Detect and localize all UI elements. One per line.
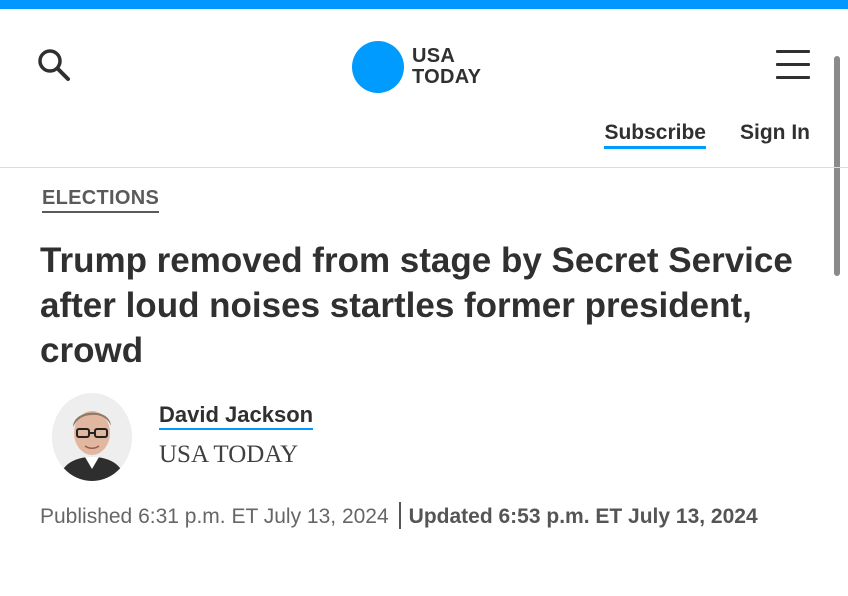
updated-date: Updated 6:53 p.m. ET July 13, 2024 (408, 505, 758, 528)
menu-bar-bottom (776, 76, 810, 79)
search-button[interactable] (34, 45, 74, 85)
sign-in-link[interactable]: Sign In (740, 121, 810, 149)
author-organization: USA TODAY (159, 441, 299, 468)
search-icon (38, 49, 70, 81)
author-avatar[interactable] (52, 393, 132, 481)
site-header: USA TODAY Subscribe Sign In (0, 9, 848, 167)
published-date: Published 6:31 p.m. ET July 13, 2024 (40, 505, 389, 528)
usa-today-logo[interactable]: USA TODAY (352, 37, 481, 97)
logo-line-2: TODAY (412, 66, 482, 88)
author-name-link[interactable]: David Jackson (159, 402, 314, 430)
logo-wordmark: USA TODAY (412, 46, 481, 88)
subscribe-link[interactable]: Subscribe (604, 121, 706, 149)
article-headline: Trump removed from stage by Secret Servi… (40, 241, 793, 370)
logo-line-1: USA (412, 45, 456, 67)
hamburger-menu-icon[interactable] (774, 47, 812, 83)
author-photo (52, 393, 132, 481)
top-accent-bar (0, 0, 848, 9)
section-link-elections[interactable]: ELECTIONS (42, 186, 160, 213)
header-divider (0, 167, 848, 168)
menu-bar-middle (776, 63, 810, 66)
scrollbar-thumb[interactable] (834, 56, 840, 276)
logo-circle (352, 41, 404, 93)
auth-links: Subscribe Sign In (604, 121, 810, 149)
article-dates: Published 6:31 p.m. ET July 13, 2024 Upda… (40, 502, 820, 532)
date-separator (398, 502, 401, 529)
menu-bar-top (776, 50, 810, 53)
